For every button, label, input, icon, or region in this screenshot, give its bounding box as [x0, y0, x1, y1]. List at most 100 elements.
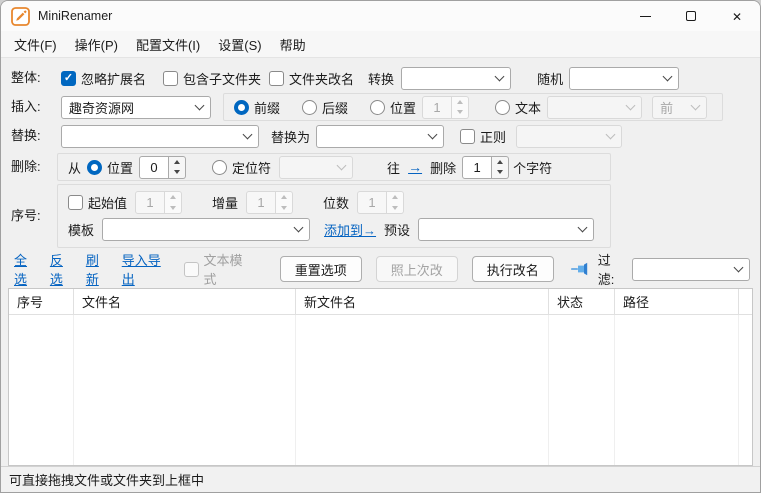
spinner-down-icon — [170, 206, 176, 210]
menu-profile[interactable]: 配置文件(I) — [127, 32, 209, 57]
delete-position-radio[interactable]: 位置 — [87, 158, 133, 177]
spinner-buttons — [169, 156, 186, 179]
spinner-down-icon — [392, 206, 398, 210]
serial-start-spinner[interactable]: 1 — [135, 191, 182, 214]
serial-options-group: 起始值 1 增量 1 — [57, 184, 611, 248]
delete-position-value: 0 — [139, 156, 169, 179]
suffix-radio[interactable]: 后缀 — [302, 98, 348, 117]
spinner-down-icon — [281, 206, 287, 210]
column-header-index[interactable]: 序号 — [9, 289, 74, 314]
column-header-status[interactable]: 状态 — [549, 289, 615, 314]
maximize-button[interactable] — [668, 1, 714, 31]
pin-icon[interactable] — [570, 261, 590, 277]
spinner-buttons — [276, 191, 293, 214]
table-column-line — [739, 315, 752, 465]
template-combobox[interactable] — [102, 218, 310, 241]
select-all-link[interactable]: 全选 — [14, 250, 38, 288]
direction-toggle-arrow[interactable]: → — [408, 159, 422, 175]
text-mode-checkbox[interactable]: 文本模式 — [184, 250, 250, 288]
spinner-down-button[interactable] — [387, 203, 403, 214]
replace-search-combobox[interactable] — [61, 125, 259, 148]
column-header-newname[interactable]: 新文件名 — [296, 289, 549, 314]
delete-label: 删除: — [11, 153, 57, 181]
preset-label: 预设 — [384, 220, 410, 239]
radio-icon — [370, 100, 385, 115]
checkbox-checked-icon — [61, 71, 76, 86]
spinner-down-button[interactable] — [492, 167, 508, 178]
replace-with-combobox[interactable] — [316, 125, 444, 148]
digits-spinner[interactable]: 1 — [357, 191, 404, 214]
chevron-down-icon — [606, 129, 616, 139]
chevron-down-icon — [495, 71, 505, 81]
spinner-up-button[interactable] — [492, 157, 508, 168]
replace-label: 替换: — [11, 122, 57, 150]
insert-position-spinner[interactable]: 1 — [422, 96, 469, 119]
execute-rename-button[interactable]: 执行改名 — [472, 256, 554, 282]
position-radio[interactable]: 位置 — [370, 98, 416, 117]
spinner-down-button[interactable] — [169, 167, 185, 178]
table-column-line — [615, 315, 739, 465]
table-body[interactable] — [9, 315, 752, 465]
template-label: 模板 — [68, 220, 94, 239]
random-combobox[interactable] — [569, 67, 679, 90]
delete-position-spinner[interactable]: 0 — [139, 156, 186, 179]
window-title: MiniRenamer — [38, 9, 112, 23]
delete-position-label: 位置 — [107, 158, 133, 177]
delete-count-spinner[interactable]: 1 — [462, 156, 509, 179]
serial-start-checkbox[interactable]: 起始值 — [68, 193, 127, 212]
menu-operate[interactable]: 操作(P) — [66, 32, 127, 57]
radio-icon — [495, 100, 510, 115]
spinner-up-icon — [281, 195, 287, 199]
spinner-up-button[interactable] — [276, 192, 292, 203]
anchor-text-combobox[interactable] — [547, 96, 642, 119]
rename-folders-checkbox[interactable]: 文件夹改名 — [269, 69, 354, 88]
spinner-down-button[interactable] — [452, 107, 468, 118]
spinner-up-button[interactable] — [387, 192, 403, 203]
row-serial: 序号: 起始值 1 增量 1 — [1, 184, 760, 250]
add-to-link[interactable]: 添加到→ — [324, 220, 376, 239]
menu-file[interactable]: 文件(F) — [5, 32, 66, 57]
chevron-down-icon — [243, 129, 253, 139]
reset-options-button[interactable]: 重置选项 — [280, 256, 362, 282]
delete-locator-radio[interactable]: 定位符 — [212, 158, 271, 177]
refresh-link[interactable]: 刷新 — [86, 250, 110, 288]
redo-last-button[interactable]: 照上次改 — [376, 256, 458, 282]
invert-selection-link[interactable]: 反选 — [50, 250, 74, 288]
spinner-down-button[interactable] — [276, 203, 292, 214]
chevron-down-icon — [195, 100, 205, 110]
insert-text-combobox[interactable]: 趣奇资源网 — [61, 96, 211, 119]
spinner-down-icon — [497, 170, 503, 174]
column-header-filename[interactable]: 文件名 — [74, 289, 296, 314]
convert-combobox[interactable] — [401, 67, 511, 90]
import-export-link[interactable]: 导入导出 — [122, 250, 170, 288]
spinner-up-icon — [174, 160, 180, 164]
table-column-line — [549, 315, 615, 465]
anchor-side-combobox[interactable]: 前 — [652, 96, 707, 119]
regex-checkbox[interactable]: 正则 — [460, 127, 506, 146]
text-anchor-radio[interactable]: 文本 — [495, 98, 541, 117]
spinner-up-button[interactable] — [169, 157, 185, 168]
include-subfolders-label: 包含子文件夹 — [183, 69, 261, 88]
spinner-down-button[interactable] — [165, 203, 181, 214]
minimize-button[interactable] — [622, 1, 668, 31]
prefix-radio[interactable]: 前缀 — [234, 98, 280, 117]
radio-icon — [212, 160, 227, 175]
ignore-extension-checkbox[interactable]: 忽略扩展名 — [61, 69, 146, 88]
column-header-path[interactable]: 路径 — [615, 289, 739, 314]
spinner-up-button[interactable] — [165, 192, 181, 203]
preset-combobox[interactable] — [418, 218, 594, 241]
menu-settings[interactable]: 设置(S) — [209, 32, 270, 57]
menu-help[interactable]: 帮助 — [271, 32, 315, 57]
spinner-up-button[interactable] — [452, 97, 468, 108]
increment-spinner[interactable]: 1 — [246, 191, 293, 214]
row-delete: 删除: 从 位置 0 定位符 — [1, 151, 760, 183]
serial-label: 序号: — [11, 184, 57, 248]
insert-text-value: 趣奇资源网 — [69, 98, 190, 117]
text-mode-label: 文本模式 — [204, 250, 250, 288]
radio-icon — [302, 100, 317, 115]
filter-combobox[interactable] — [632, 258, 750, 281]
locator-combobox[interactable] — [279, 156, 353, 179]
include-subfolders-checkbox[interactable]: 包含子文件夹 — [163, 69, 261, 88]
close-button[interactable] — [714, 1, 760, 31]
regex-combobox[interactable] — [516, 125, 622, 148]
